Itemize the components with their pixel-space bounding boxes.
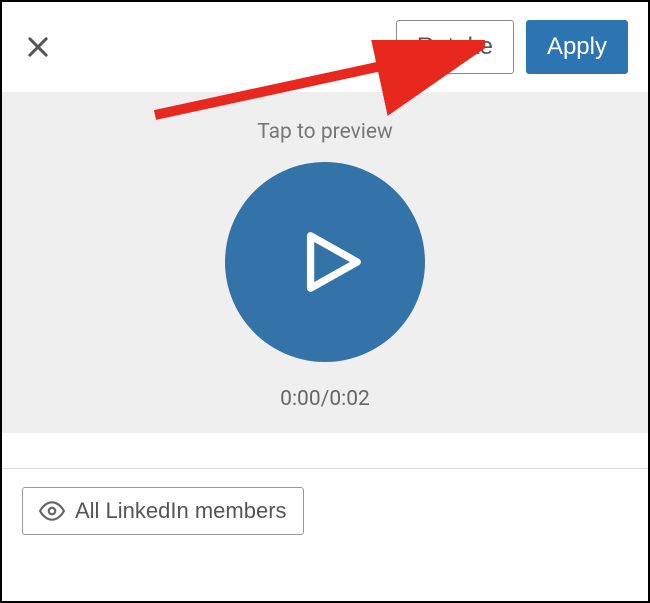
visibility-label: All LinkedIn members bbox=[75, 498, 287, 524]
visibility-section: All LinkedIn members bbox=[2, 487, 648, 553]
header: Retake Apply bbox=[2, 2, 648, 92]
preview-label: Tap to preview bbox=[257, 120, 393, 144]
time-display: 0:00/0:02 bbox=[280, 387, 370, 411]
divider bbox=[2, 468, 648, 469]
close-icon bbox=[24, 33, 52, 61]
retake-button[interactable]: Retake bbox=[396, 20, 514, 74]
play-icon bbox=[296, 227, 366, 297]
header-buttons: Retake Apply bbox=[396, 20, 628, 74]
close-button[interactable] bbox=[22, 31, 54, 63]
eye-icon bbox=[39, 498, 65, 524]
apply-button[interactable]: Apply bbox=[526, 20, 628, 74]
preview-section: Tap to preview 0:00/0:02 bbox=[2, 92, 648, 433]
visibility-button[interactable]: All LinkedIn members bbox=[22, 487, 304, 535]
play-button[interactable] bbox=[225, 162, 425, 362]
